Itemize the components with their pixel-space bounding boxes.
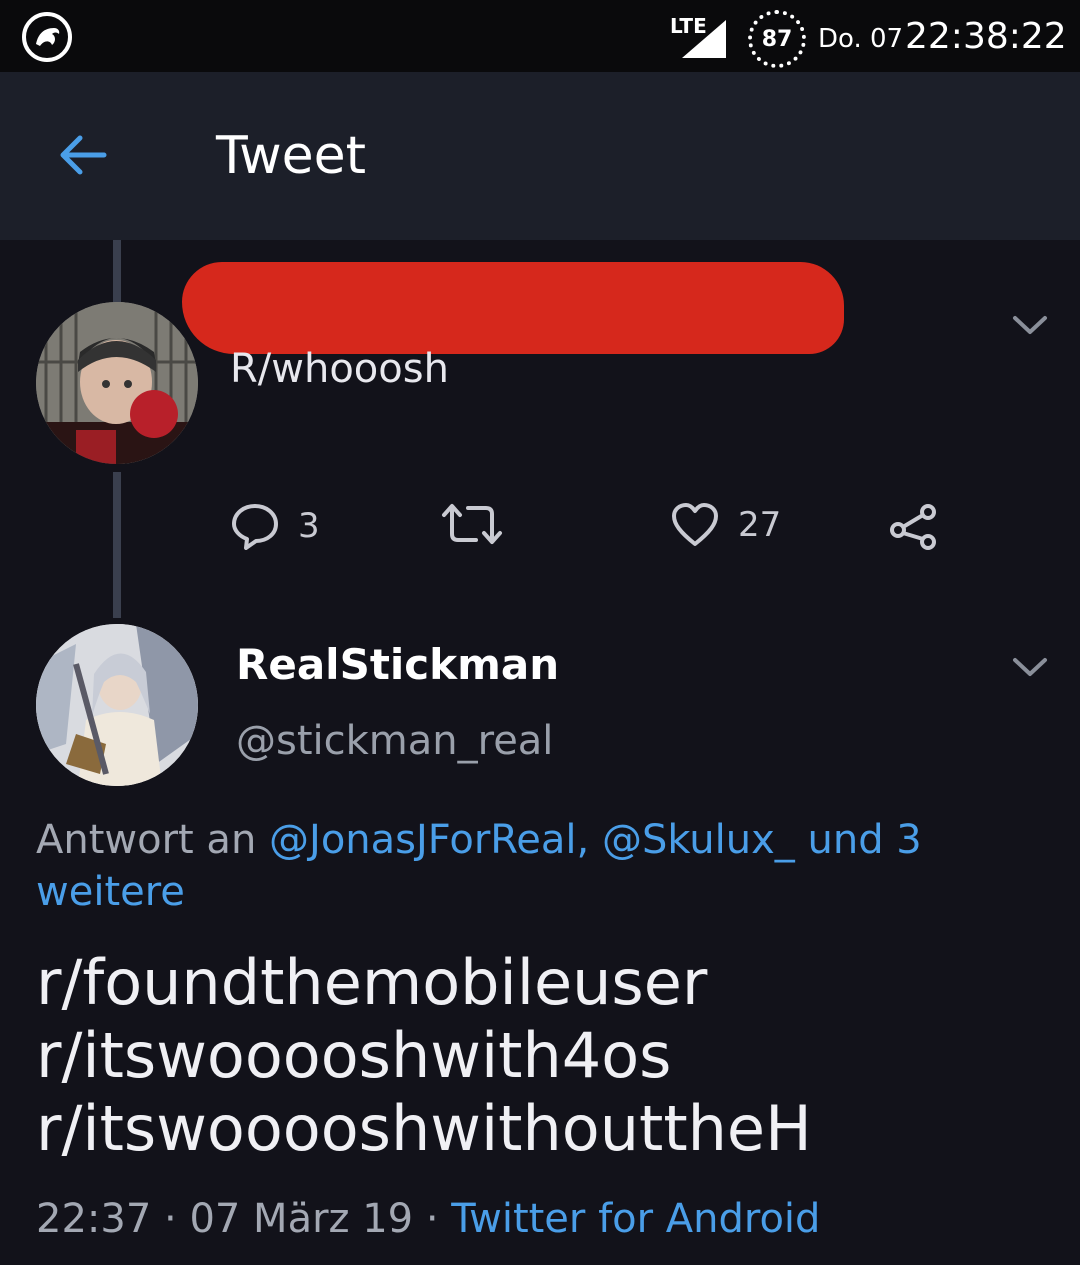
redaction-mark <box>182 262 844 354</box>
author-handle[interactable]: @stickman_real <box>236 718 553 764</box>
reply-icon <box>232 504 278 550</box>
tweet-line: r/itswooooshwith4os <box>36 1019 672 1092</box>
status-date: Do. 07 <box>818 24 904 54</box>
like-button[interactable]: 27 <box>670 502 781 548</box>
status-time: 22:38:22 <box>905 16 1067 57</box>
reply-context: Antwort an @JonasJForReal, @Skulux_ und … <box>36 814 1036 918</box>
retweet-icon <box>442 504 502 544</box>
app-bar: Tweet <box>0 72 1080 240</box>
chevron-down-icon[interactable] <box>1012 656 1048 680</box>
tweet-meta: 22:37 · 07 März 19 · Twitter for Android <box>36 1196 821 1242</box>
status-bar: LTE 87 Do. 07 22:38:22 <box>0 0 1080 72</box>
author-name[interactable]: RealStickman <box>236 640 559 689</box>
thread-line <box>113 472 121 618</box>
chevron-down-icon[interactable] <box>1012 314 1048 338</box>
page-title: Tweet <box>216 126 367 186</box>
back-arrow-icon <box>60 135 107 175</box>
share-button[interactable] <box>888 502 938 552</box>
tweet-text: r/foundthemobileuser r/itswooooshwith4os… <box>36 946 812 1165</box>
like-icon <box>672 503 718 546</box>
avatar[interactable] <box>36 302 198 464</box>
battery-indicator: 87 <box>748 10 806 68</box>
retweet-button[interactable] <box>440 502 504 546</box>
back-button[interactable] <box>54 130 114 180</box>
tweet-text: R/whooosh <box>230 346 449 392</box>
share-icon <box>890 504 936 550</box>
mention-link[interactable]: @JonasJForReal, <box>269 817 589 863</box>
tweet-time: 22:37 <box>36 1196 152 1242</box>
tweet-date: 07 März 19 <box>189 1196 414 1242</box>
tweet-line: r/itswooooshwithouttheH <box>36 1092 812 1165</box>
reply-prefix: Antwort an <box>36 817 270 863</box>
avatar[interactable] <box>36 624 198 786</box>
reply-button[interactable]: 3 <box>230 502 320 550</box>
tweet-line: r/foundthemobileuser <box>36 946 708 1019</box>
signal-icon <box>682 20 726 58</box>
thread-line <box>113 240 121 302</box>
like-count: 27 <box>738 505 782 545</box>
reply-count: 3 <box>298 506 320 546</box>
mention-link[interactable]: @Skulux_ <box>602 817 795 863</box>
tweet-source-link[interactable]: Twitter for Android <box>451 1196 820 1242</box>
logo-icon <box>22 12 72 62</box>
